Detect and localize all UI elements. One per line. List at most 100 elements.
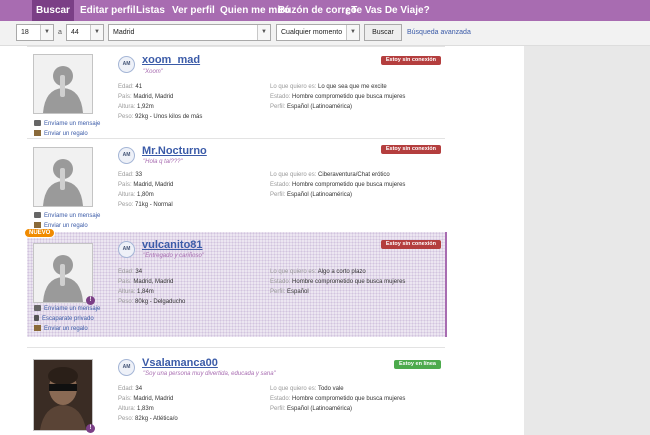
nav-listas[interactable]: Listas bbox=[136, 0, 165, 21]
send-gift-link[interactable]: Enviar un regalo bbox=[34, 324, 100, 334]
chevron-down-icon: ▼ bbox=[346, 25, 359, 40]
wants-row: Lo que quiero es: Lo que sea que me exci… bbox=[270, 84, 387, 90]
profile-details-right: Lo que quiero es: Algo a corto plazo Est… bbox=[270, 267, 445, 297]
user-photo bbox=[34, 360, 92, 430]
silhouette-icon bbox=[34, 244, 92, 302]
profile-row: Perfil: Español (Latinoamérica) bbox=[270, 192, 353, 198]
wants-value: Algo a corto plazo bbox=[317, 269, 366, 275]
time-select[interactable]: Cualquier momento ▼ bbox=[276, 24, 360, 41]
send-message-link[interactable]: Envíame un mensaje bbox=[34, 304, 100, 314]
age-row: Edad: 41 bbox=[118, 84, 143, 90]
send-message-link[interactable]: Envíame un mensaje bbox=[34, 119, 100, 129]
status-badge: Estoy sin conexión bbox=[380, 56, 441, 65]
state-row: Estado: Hombre comprometido que busca mu… bbox=[270, 396, 406, 402]
profile-row: Perfil: Español (Latinoamérica) bbox=[270, 104, 353, 110]
age-value: 34 bbox=[135, 269, 143, 275]
height-row: Altura: 1,83m bbox=[118, 406, 154, 412]
nav-buscar[interactable]: Buscar bbox=[32, 0, 74, 21]
state-row: Estado: Hombre comprometido que busca mu… bbox=[270, 182, 406, 188]
wants-value: Ciberaventura/Chat erótico bbox=[318, 172, 390, 178]
wants-row: Lo que quiero es: Algo a corto plazo bbox=[270, 269, 366, 275]
profile-value: Español bbox=[287, 289, 309, 295]
country-row: País: Madrid, Madrid bbox=[118, 279, 174, 285]
send-gift-label: Enviar un regalo bbox=[44, 326, 88, 332]
profile-row: Perfil: Español bbox=[270, 289, 309, 295]
age-separator: a bbox=[58, 29, 62, 36]
profile-card: Envíame un mensaje Enviar un regalo AM M… bbox=[27, 138, 445, 232]
profile-photo[interactable] bbox=[33, 54, 93, 114]
weight-value: 82kg - Atlética/o bbox=[135, 416, 178, 422]
height-row: Altura: 1,80m bbox=[118, 192, 154, 198]
envelope-icon bbox=[34, 305, 41, 312]
gift-icon bbox=[34, 130, 41, 137]
profile-photo[interactable]: ! bbox=[33, 359, 95, 433]
new-badge: NUEVO bbox=[24, 228, 56, 238]
top-nav: Buscar Editar perfil Listas Ver perfil Q… bbox=[0, 0, 650, 21]
username-link[interactable]: Vsalamanca00 bbox=[142, 357, 218, 369]
age-min-select[interactable]: 18 ▼ bbox=[16, 24, 54, 41]
private-lock-icon: ! bbox=[86, 424, 95, 433]
silhouette-icon bbox=[34, 148, 92, 206]
profile-details-right: Lo que quiero es: Ciberaventura/Chat eró… bbox=[270, 170, 445, 200]
private-showcase-label: Escaparate privado bbox=[42, 316, 94, 322]
height-value: 1,92m bbox=[137, 104, 154, 110]
profile-actions: Envíame un mensaje Escaparate privado En… bbox=[34, 304, 100, 334]
state-row: Estado: Hombre comprometido que busca mu… bbox=[270, 94, 406, 100]
weight-value: 80kg - Delgaducho bbox=[135, 299, 186, 305]
profile-motto: "Xoom" bbox=[143, 69, 163, 75]
height-value: 1,84m bbox=[137, 289, 154, 295]
advanced-search-link[interactable]: Búsqueda avanzada bbox=[407, 24, 471, 41]
profile-motto: "Hola q tal???" bbox=[143, 159, 183, 165]
nav-editar-perfil[interactable]: Editar perfil bbox=[80, 0, 136, 21]
username-link[interactable]: vulcanito81 bbox=[142, 239, 203, 251]
profile-value: Español (Latinoamérica) bbox=[287, 406, 353, 412]
weight-row: Peso: 80kg - Delgaducho bbox=[118, 299, 186, 305]
private-showcase-link[interactable]: Escaparate privado bbox=[34, 314, 100, 324]
state-value: Hombre comprometido que busca mujeres bbox=[292, 396, 406, 402]
state-value: Hombre comprometido que busca mujeres bbox=[292, 94, 406, 100]
profile-motto: "Entregado y cariñoso" bbox=[143, 253, 204, 259]
right-sidebar bbox=[524, 46, 650, 435]
state-value: Hombre comprometido que busca mujeres bbox=[292, 279, 406, 285]
country-value: Madrid, Madrid bbox=[133, 396, 174, 402]
results-list: Envíame un mensaje Enviar un regalo AM x… bbox=[0, 46, 524, 435]
username-link[interactable]: xoom_mad bbox=[142, 54, 200, 66]
username-link[interactable]: Mr.Nocturno bbox=[142, 145, 207, 157]
silhouette-icon bbox=[34, 55, 92, 113]
divider bbox=[27, 46, 445, 47]
profile-value: Español (Latinoamérica) bbox=[287, 104, 353, 110]
chevron-down-icon: ▼ bbox=[40, 25, 53, 40]
nav-te-vas-de-viaje[interactable]: ¿Te Vas De Viaje? bbox=[345, 0, 430, 21]
am-badge: AM bbox=[118, 241, 135, 258]
profile-value: Español (Latinoamérica) bbox=[287, 192, 353, 198]
profile-photo[interactable]: ! bbox=[33, 243, 95, 305]
profile-card: Envíame un mensaje Enviar un regalo AM x… bbox=[27, 46, 445, 138]
weight-row: Peso: 82kg - Atlética/o bbox=[118, 416, 178, 422]
nav-ver-perfil[interactable]: Ver perfil bbox=[172, 0, 215, 21]
send-message-link[interactable]: Envíame un mensaje bbox=[34, 211, 100, 221]
country-row: País: Madrid, Madrid bbox=[118, 396, 174, 402]
country-row: País: Madrid, Madrid bbox=[118, 182, 174, 188]
am-badge: AM bbox=[118, 147, 135, 164]
profile-details-right: Lo que quiero es: Todo vale Estado: Homb… bbox=[270, 384, 445, 414]
profile-details-left: Edad: 34 País: Madrid, Madrid Altura: 1,… bbox=[118, 384, 268, 424]
send-message-label: Envíame un mensaje bbox=[44, 213, 101, 219]
age-row: Edad: 33 bbox=[118, 172, 143, 178]
padlock-icon bbox=[34, 315, 39, 322]
profile-card: ! AM Vsalamanca00 "Soy una persona muy d… bbox=[27, 347, 445, 435]
weight-value: 92kg - Unos kilos de más bbox=[135, 114, 203, 120]
profile-actions: Envíame un mensaje Enviar un regalo bbox=[34, 119, 100, 139]
age-row: Edad: 34 bbox=[118, 269, 143, 275]
profile-details-right: Lo que quiero es: Lo que sea que me exci… bbox=[270, 82, 445, 112]
profile-row: Perfil: Español (Latinoamérica) bbox=[270, 406, 353, 412]
location-select[interactable]: Madrid ▼ bbox=[108, 24, 271, 41]
gift-icon bbox=[34, 325, 41, 332]
state-row: Estado: Hombre comprometido que busca mu… bbox=[270, 279, 406, 285]
age-max-select[interactable]: 44 ▼ bbox=[66, 24, 104, 41]
profile-photo[interactable] bbox=[33, 147, 93, 207]
envelope-icon bbox=[34, 120, 41, 127]
age-min-value: 18 bbox=[21, 29, 29, 36]
search-button[interactable]: Buscar bbox=[364, 24, 402, 41]
profile-card-highlighted: ! NUEVO Envíame un mensaje Escaparate pr… bbox=[24, 228, 447, 337]
time-value: Cualquier momento bbox=[281, 29, 343, 36]
